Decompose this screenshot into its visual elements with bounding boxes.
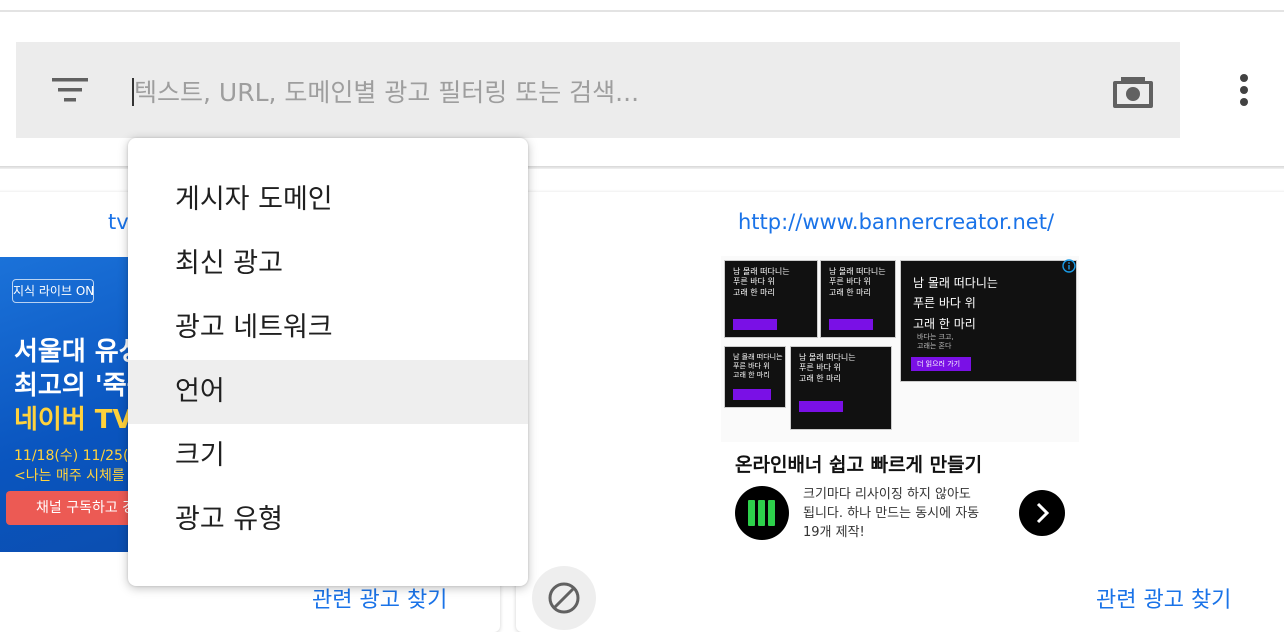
ad-title: 온라인배너 쉽고 빠르게 만들기 (735, 454, 983, 476)
ad-card-right: http://www.bannercreator.net/ 남 몰래 떠다니는 푸… (516, 192, 1284, 632)
top-divider (0, 10, 1284, 12)
more-vertical-icon[interactable] (1232, 72, 1256, 108)
ad-url-link[interactable]: http://www.bannercreator.net/ (738, 210, 1054, 234)
menu-item-publisher-domain[interactable]: 게시자 도메인 (128, 168, 528, 232)
search-input[interactable] (134, 72, 1034, 112)
ad-banner-image[interactable]: 지식 라이브 ON 서울대 유성 최고의 '죽음 네이버 TV 11/18(수)… (0, 257, 140, 552)
banner-headline-1: 서울대 유성 (14, 337, 140, 367)
preview-tile: 남 몰래 떠다니는 푸른 바다 위 고래 한 마리 (724, 260, 818, 338)
find-related-ads-link[interactable]: 관련 광고 찾기 (312, 582, 447, 614)
preview-tile: 남 몰래 떠다니는 푸른 바다 위 고래 한 마리 (820, 260, 896, 338)
ad-preview-image[interactable]: 남 몰래 떠다니는 푸른 바다 위 고래 한 마리 남 몰래 떠다니는 푸른 바다 위… (721, 256, 1079, 442)
block-icon (548, 582, 580, 614)
menu-item-size[interactable]: 크기 (128, 424, 528, 488)
filter-dropdown-menu: 게시자 도메인 최신 광고 광고 네트워크 언어 크기 광고 유형 (128, 138, 528, 586)
info-icon[interactable] (1062, 259, 1076, 273)
preview-tile: 남 몰래 떠다니는 푸른 바다 위 고래 한 마리 (724, 346, 786, 408)
banner-logo: 지식 라이브 ON (12, 279, 94, 303)
ad-url-link[interactable]: tv (108, 210, 129, 234)
ad-open-button[interactable] (1019, 490, 1065, 536)
menu-item-latest-ads[interactable]: 최신 광고 (128, 232, 528, 296)
camera-icon[interactable] (1112, 72, 1154, 110)
menu-item-ad-type[interactable]: 광고 유형 (128, 488, 528, 552)
chevron-right-icon (1036, 502, 1050, 524)
banner-headline-2: 최고의 '죽음 (14, 371, 140, 401)
banner-date: 11/18(수) 11/25( (14, 448, 129, 464)
filter-list-icon[interactable] (52, 76, 88, 104)
banner-subtext: <나는 매주 시체를 (14, 468, 125, 484)
preview-tile: 남 몰래 떠다니는 푸른 바다 위 고래 한 마리 (790, 346, 892, 430)
search-bar (16, 42, 1180, 138)
advertiser-logo (735, 486, 789, 540)
ad-description: 크기마다 리사이징 하지 않아도 됩니다. 하나 만드는 동시에 자동 19개 … (803, 487, 980, 540)
find-related-ads-link[interactable]: 관련 광고 찾기 (1096, 582, 1231, 614)
banner-headline-3: 네이버 TV (14, 405, 133, 435)
menu-item-language[interactable]: 언어 (128, 360, 528, 424)
block-button[interactable] (532, 566, 596, 630)
preview-tile-large: 남 몰래 떠다니는 푸른 바다 위 고래 한 마리 바다는 크고, 고래는 혼다 더 … (900, 260, 1077, 382)
banner-cta: 채널 구독하고 경 (6, 491, 140, 525)
menu-item-ad-network[interactable]: 광고 네트워크 (128, 296, 528, 360)
